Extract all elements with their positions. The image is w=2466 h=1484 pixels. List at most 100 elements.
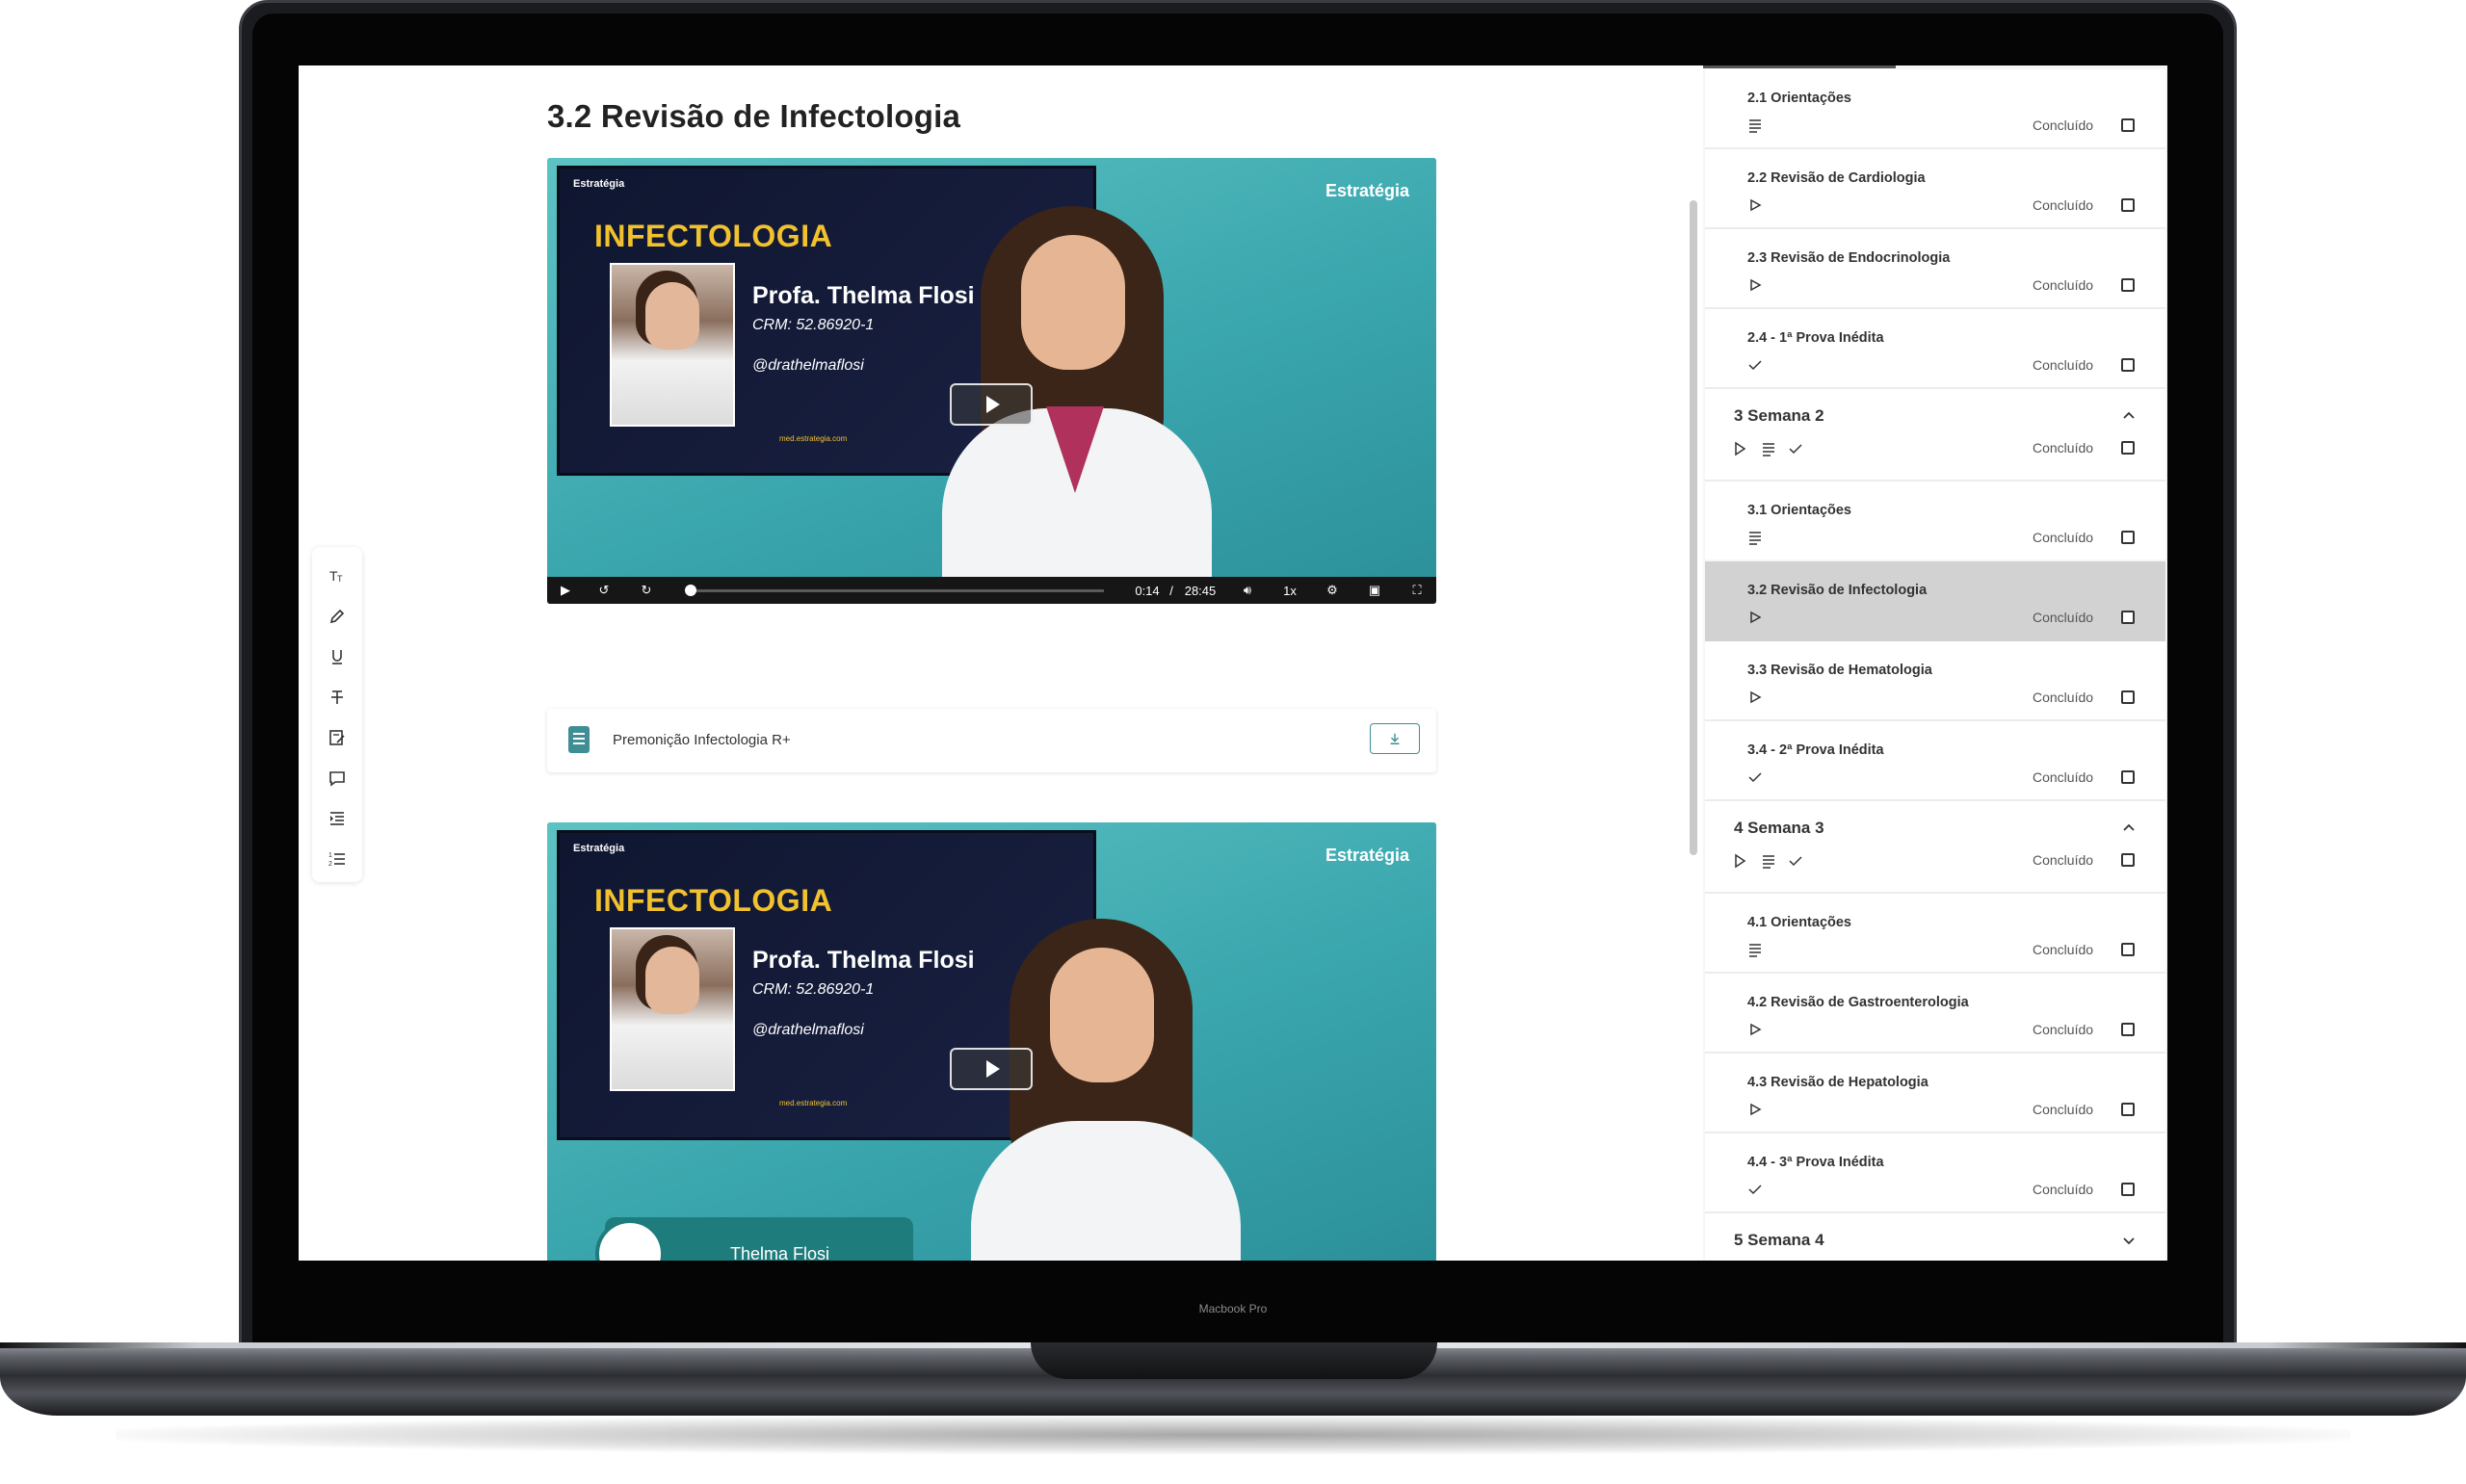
time-separator: / [1169,583,1173,598]
progress-knob[interactable] [685,585,697,596]
list-item[interactable]: 4.3 Revisão de Hepatologia Concluído [1705,1054,2165,1132]
item-title: 2.2 Revisão de Cardiologia [1747,170,1926,186]
completed-checkbox[interactable] [2121,611,2135,624]
teacher-handle: @drathelmaflosi [752,1022,864,1038]
list-item-active[interactable]: 3.2 Revisão de Infectologia Concluído [1705,561,2165,641]
list-item[interactable]: 3.1 Orientações Concluído [1705,482,2165,560]
section-header-week2[interactable]: 3 Semana 2 Concluído [1705,389,2165,480]
attachment-label: Premonição Infectologia R+ [613,732,791,748]
play-overlay-button[interactable] [950,383,1033,426]
rewind-icon[interactable]: ↺ [593,577,615,604]
list-item[interactable]: 2.4 - 1ª Prova Inédita Concluído [1705,309,2165,387]
brand-logo: Estratégia [1325,181,1409,200]
item-title: 2.1 Orientações [1747,91,1851,106]
completed-checkbox[interactable] [2121,690,2135,704]
svg-text:2: 2 [328,861,332,868]
device-brand-label: Macbook Pro [1198,1302,1268,1315]
indent-icon[interactable] [312,803,362,834]
item-title: 3.3 Revisão de Hematologia [1747,663,1932,678]
chevron-up-icon[interactable] [2121,820,2137,836]
completed-checkbox[interactable] [2121,943,2135,956]
play-overlay-button[interactable] [950,1048,1033,1090]
item-title: 4.2 Revisão de Gastroenterologia [1747,995,1969,1010]
underline-icon[interactable] [312,641,362,672]
text-size-icon[interactable]: TT [312,560,362,591]
list-item[interactable]: 2.3 Revisão de Endocrinologia Concluído [1705,229,2165,307]
section-title: 5 Semana 4 [1734,1231,1824,1249]
time-current: 0:14 [1135,583,1160,598]
check-icon [1748,360,1762,371]
attachment-card[interactable]: Premonição Infectologia R+ [547,709,1436,772]
check-icon [1748,1185,1762,1195]
content-scrollbar[interactable] [1690,200,1697,855]
section-title: 4 Semana 3 [1734,819,1824,837]
fullscreen-icon[interactable]: ⛶ [1406,577,1428,604]
section-content-icons [1735,853,1802,869]
completed-checkbox[interactable] [2121,1103,2135,1116]
list-item[interactable]: 3.3 Revisão de Hematologia Concluído [1705,641,2165,719]
edit-note-icon[interactable] [312,722,362,753]
section-header-week4[interactable]: 5 Semana 4 [1705,1213,2165,1261]
status-label: Concluído [2033,440,2094,456]
progress-bar[interactable] [685,585,1104,596]
comment-icon[interactable] [312,763,362,794]
list-item[interactable]: 4.2 Revisão de Gastroenterologia Concluí… [1705,974,2165,1052]
card-logo: Estratégia [573,178,625,190]
section-checkbox[interactable] [2121,853,2135,867]
section-checkbox[interactable] [2121,441,2135,455]
video-player-secondary[interactable]: Estratégia INFECTOLOGIA Profa. Thelma Fl… [547,822,1436,1261]
teacher-photo [610,927,735,1091]
chevron-up-icon[interactable] [2121,408,2137,424]
picture-in-picture-icon[interactable]: ▣ [1364,577,1385,604]
status-label: Concluído [2033,197,2094,213]
text-icon [1749,944,1761,957]
play-icon [1750,1023,1762,1036]
status-label: Concluído [2033,852,2094,868]
annotation-toolbar: TT 12 [312,547,362,882]
item-title: 3.1 Orientações [1747,503,1851,518]
strikethrough-icon[interactable] [312,682,362,713]
status-label: Concluído [2033,530,2094,545]
completed-checkbox[interactable] [2121,118,2135,132]
teacher-name: Profa. Thelma Flosi [752,947,975,974]
brand-logo: Estratégia [1325,846,1409,865]
play-icon[interactable]: ▶ [555,577,576,604]
status-label: Concluído [2033,1022,2094,1037]
completed-checkbox[interactable] [2121,531,2135,544]
list-item[interactable]: 2.1 Orientações Concluído [1705,69,2165,147]
completed-checkbox[interactable] [2121,278,2135,292]
download-button[interactable] [1370,723,1420,754]
video-player-main[interactable]: Estratégia INFECTOLOGIA Profa. Thelma Fl… [547,158,1436,604]
settings-gear-icon[interactable]: ⚙ [1322,577,1343,604]
completed-checkbox[interactable] [2121,1183,2135,1196]
pen-icon[interactable] [312,601,362,632]
completed-checkbox[interactable] [2121,198,2135,212]
section-header-week3[interactable]: 4 Semana 3 Concluído [1705,801,2165,892]
time-total: 28:45 [1184,583,1217,598]
laptop-hinge-notch [1031,1342,1437,1379]
speed-button[interactable]: 1x [1279,577,1300,604]
list-item[interactable]: 4.4 - 3ª Prova Inédita Concluído [1705,1133,2165,1211]
list-item[interactable]: 2.2 Revisão de Cardiologia Concluído [1705,149,2165,227]
list-item[interactable]: 3.4 - 2ª Prova Inédita Concluído [1705,721,2165,799]
video-subject: INFECTOLOGIA [594,219,833,253]
section-content-icons [1735,441,1802,456]
completed-checkbox[interactable] [2121,770,2135,784]
forward-icon[interactable]: ↻ [636,577,657,604]
teacher-crm: CRM: 52.86920-1 [752,981,875,998]
play-icon [1750,198,1762,212]
page-title: 3.2 Revisão de Infectologia [547,98,961,134]
completed-checkbox[interactable] [2121,1023,2135,1036]
completed-checkbox[interactable] [2121,358,2135,372]
document-icon [568,726,590,753]
status-label: Concluído [2033,610,2094,625]
list-item[interactable]: 4.1 Orientações Concluído [1705,894,2165,972]
numbered-list-icon[interactable]: 12 [312,844,362,874]
item-title: 2.4 - 1ª Prova Inédita [1747,330,1884,346]
volume-icon[interactable]: 🔊︎ [1237,577,1258,604]
screen: 3.2 Revisão de Infectologia TT 12 Estrat… [299,65,2167,1261]
chevron-down-icon[interactable] [2121,1233,2137,1248]
svg-text:T: T [337,574,343,584]
video-controls: ▶ ↺ ↻ 0:14 / 28:45 🔊︎ 1x ⚙ ▣ ⛶ [547,577,1436,604]
item-title: 3.2 Revisão de Infectologia [1747,583,1928,598]
